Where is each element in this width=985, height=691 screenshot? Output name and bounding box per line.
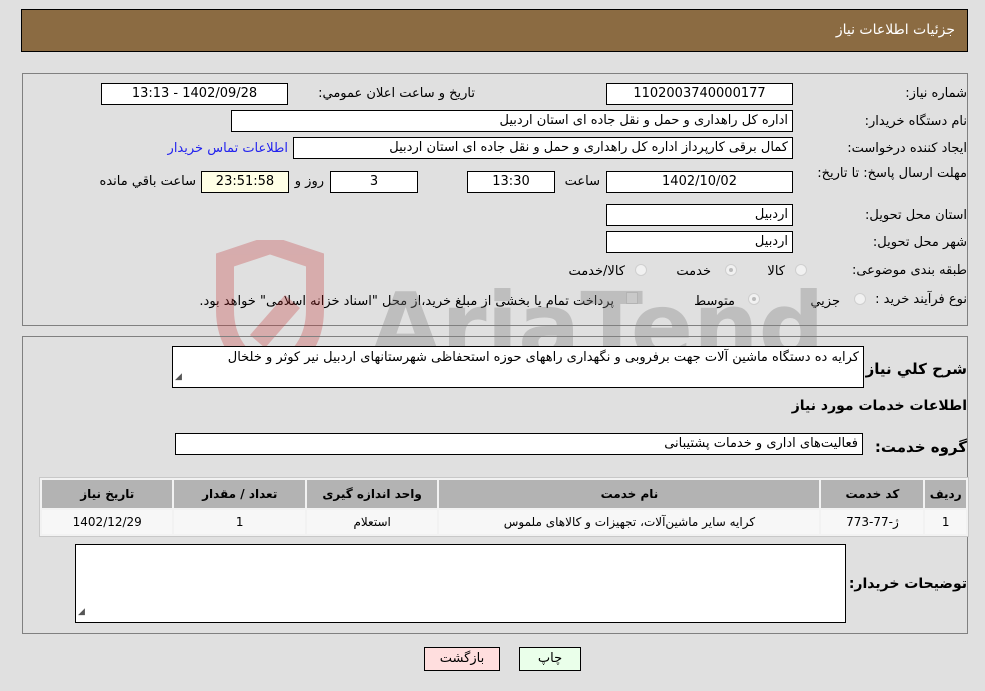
deadline-label: مهلت ارسال پاسخ: تا تاریخ:	[817, 166, 967, 181]
deadline-time-field: 13:30	[467, 171, 555, 193]
deadline-date-field: 1402/10/02	[606, 171, 793, 193]
service-group-field: فعالیت‌های اداری و خدمات پشتیبانی	[175, 433, 863, 455]
buyer-notes-textarea[interactable]: ◢	[75, 544, 846, 623]
resize-handle-icon[interactable]: ◢	[175, 368, 182, 386]
announce-datetime-label: تاریخ و ساعت اعلان عمومي:	[318, 86, 475, 101]
purchase-option-minor: جزيي	[810, 294, 840, 309]
resize-handle-icon[interactable]: ◢	[78, 603, 85, 621]
purchase-option-medium: متوسط	[694, 294, 735, 309]
description-label: شرح کلي نیاز:	[859, 360, 967, 378]
category-radio-goods-service[interactable]	[635, 264, 647, 276]
category-option-goods: کالا	[767, 264, 785, 279]
time-remaining-field: 23:51:58	[201, 171, 289, 193]
cell-row-number: 1	[925, 510, 966, 534]
back-button[interactable]: بازگشت	[424, 647, 500, 671]
need-number-field: 1102003740000177	[606, 83, 793, 105]
purchase-radio-minor[interactable]	[854, 293, 866, 305]
deadline-time-label: ساعت	[564, 174, 600, 189]
buyer-org-label: نام دستگاه خریدار:	[864, 114, 967, 129]
cell-need-date: 1402/12/29	[42, 510, 173, 534]
buyer-org-field: اداره کل راهداری و حمل و نقل جاده ای است…	[231, 110, 793, 132]
col-header-service-name: نام خدمت	[439, 480, 820, 508]
delivery-city-label: شهر محل تحویل:	[872, 235, 967, 250]
purchase-radio-medium[interactable]	[748, 293, 760, 305]
col-header-quantity: تعداد / مقدار	[174, 480, 305, 508]
print-button[interactable]: چاپ	[519, 647, 581, 671]
purchase-type-label: نوع فرآیند خرید :	[875, 292, 967, 307]
time-remaining-label: ساعت باقي مانده	[99, 174, 196, 189]
col-header-row-number: ردیف	[925, 480, 966, 508]
cell-service-name: کرایه سایر ماشین‌آلات، تجهیزات و کالاهای…	[439, 510, 820, 534]
requester-field: کمال برقی کارپرداز اداره کل راهداری و حم…	[293, 137, 793, 159]
cell-unit: استعلام	[306, 510, 438, 534]
description-text: کرایه ده دستگاه ماشین آلات جهت برفروبی و…	[227, 350, 859, 365]
category-label: طبقه بندی موضوعی:	[851, 263, 967, 278]
table-header-row: ردیف کد خدمت نام خدمت واحد اندازه گیری ت…	[42, 480, 966, 508]
delivery-province-label: استان محل تحویل:	[865, 208, 967, 223]
cell-quantity: 1	[174, 510, 305, 534]
treasury-checkbox[interactable]	[626, 292, 638, 304]
buyer-notes-label: توضیحات خریدار:	[848, 576, 967, 592]
announce-datetime-field: 1402/09/28 - 13:13	[101, 83, 288, 105]
delivery-province-field: اردبیل	[606, 204, 793, 226]
col-header-need-date: تاریخ نیاز	[42, 480, 173, 508]
service-group-label: گروه خدمت:	[874, 438, 967, 456]
requester-label: ایجاد کننده درخواست:	[847, 141, 967, 156]
services-table: ردیف کد خدمت نام خدمت واحد اندازه گیری ت…	[39, 477, 969, 537]
buyer-contact-link[interactable]: اطلاعات تماس خریدار	[168, 141, 288, 156]
category-option-goods-service: کالا/خدمت	[568, 264, 625, 279]
services-section-title: اطلاعات خدمات مورد نیاز	[791, 398, 967, 414]
need-number-label: شماره نیاز:	[905, 86, 967, 101]
category-option-service: خدمت	[676, 264, 711, 279]
cell-service-code: ژ-77-773	[821, 510, 924, 534]
days-remaining-field: 3	[330, 171, 418, 193]
delivery-city-field: اردبیل	[606, 231, 793, 253]
page-title: جزئیات اطلاعات نیاز	[835, 22, 955, 38]
category-radio-service[interactable]	[725, 264, 737, 276]
col-header-service-code: کد خدمت	[821, 480, 924, 508]
category-radio-goods[interactable]	[795, 264, 807, 276]
days-label: روز و	[294, 174, 324, 189]
table-row: 1 ژ-77-773 کرایه سایر ماشین‌آلات، تجهیزا…	[42, 510, 966, 534]
page-header: جزئیات اطلاعات نیاز	[21, 9, 968, 52]
description-textarea[interactable]: کرایه ده دستگاه ماشین آلات جهت برفروبی و…	[172, 346, 864, 388]
col-header-unit: واحد اندازه گیری	[306, 480, 438, 508]
treasury-checkbox-label: پرداخت تمام یا بخشی از مبلغ خرید،از محل …	[199, 294, 614, 309]
